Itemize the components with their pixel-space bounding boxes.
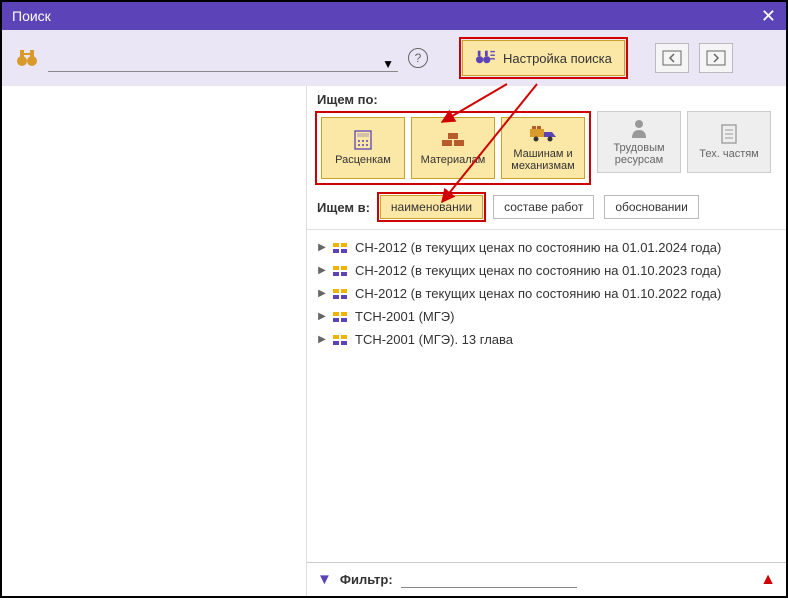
card-materials[interactable]: Материалам xyxy=(411,117,495,179)
help-icon[interactable]: ? xyxy=(408,48,428,68)
dropdown-caret-icon[interactable]: ▼ xyxy=(378,57,398,71)
search-input-wrap: ▼ xyxy=(48,44,398,72)
tree-item[interactable]: ▶ СН-2012 (в текущих ценах по состоянию … xyxy=(317,282,776,305)
panel-right-button[interactable] xyxy=(699,43,733,73)
filter-bar: ▼ Фильтр: ▲ xyxy=(307,562,786,596)
db-icon xyxy=(333,333,349,347)
search-input[interactable] xyxy=(48,55,378,71)
db-icon xyxy=(333,264,349,278)
chevron-right-icon[interactable]: ▶ xyxy=(317,265,327,276)
tree-label: ТСН-2001 (МГЭ). 13 глава xyxy=(355,332,513,347)
truck-icon xyxy=(529,124,557,144)
db-icon xyxy=(333,241,349,255)
card-label: Машинам и механизмам xyxy=(502,148,584,172)
document-icon xyxy=(715,124,743,144)
tree-label: СН-2012 (в текущих ценах по состоянию на… xyxy=(355,240,721,255)
card-labor[interactable]: Трудовым ресурсам xyxy=(597,111,681,173)
tree-label: СН-2012 (в текущих ценах по состоянию на… xyxy=(355,263,721,278)
chevron-right-icon[interactable]: ▶ xyxy=(317,288,327,299)
tree-item[interactable]: ▶ ТСН-2001 (МГЭ). 13 глава xyxy=(317,328,776,351)
binoculars-settings-icon xyxy=(475,48,495,69)
results-left-pane xyxy=(2,86,307,596)
warning-icon[interactable]: ▲ xyxy=(760,571,776,589)
chevron-right-icon[interactable]: ▶ xyxy=(317,242,327,253)
filter-input[interactable] xyxy=(401,572,577,588)
panel-left-button[interactable] xyxy=(655,43,689,73)
search-by-highlighted-group: Расценкам Материалам Машинам и механизма… xyxy=(315,111,591,185)
search-by-label: Ищем по: xyxy=(307,86,786,111)
search-bar: ▼ ? Настройка поиска xyxy=(2,30,786,86)
pill-justification[interactable]: обосновании xyxy=(604,195,698,219)
chevron-right-icon[interactable]: ▶ xyxy=(317,311,327,322)
card-label: Тех. частям xyxy=(699,148,759,160)
tree-item[interactable]: ▶ ТСН-2001 (МГЭ) xyxy=(317,305,776,328)
card-tech[interactable]: Тех. частям xyxy=(687,111,771,173)
search-in-label: Ищем в: xyxy=(317,200,370,215)
tree-label: ТСН-2001 (МГЭ) xyxy=(355,309,454,324)
card-rates[interactable]: Расценкам xyxy=(321,117,405,179)
card-label: Трудовым ресурсам xyxy=(598,142,680,166)
tree-item[interactable]: ▶ СН-2012 (в текущих ценах по состоянию … xyxy=(317,236,776,259)
filter-label: Фильтр: xyxy=(340,572,393,587)
close-icon[interactable]: ✕ xyxy=(761,7,776,25)
binoculars-icon xyxy=(16,48,38,68)
card-label: Материалам xyxy=(421,154,486,166)
card-label: Расценкам xyxy=(335,154,391,166)
person-icon xyxy=(625,118,653,138)
calculator-icon xyxy=(349,130,377,150)
filter-funnel-icon[interactable]: ▼ xyxy=(317,571,332,588)
settings-button-label: Настройка поиска xyxy=(503,51,612,66)
database-tree: ▶ СН-2012 (в текущих ценах по состоянию … xyxy=(307,230,786,596)
window-title: Поиск xyxy=(12,8,51,24)
tree-item[interactable]: ▶ СН-2012 (в текущих ценах по состоянию … xyxy=(317,259,776,282)
search-settings-button[interactable]: Настройка поиска xyxy=(462,40,625,76)
db-icon xyxy=(333,287,349,301)
settings-right-pane: Ищем по: Расценкам Материалам xyxy=(307,86,786,596)
chevron-right-icon[interactable]: ▶ xyxy=(317,334,327,345)
tree-label: СН-2012 (в текущих ценах по состоянию на… xyxy=(355,286,721,301)
pill-name[interactable]: наименовании xyxy=(380,195,483,219)
db-icon xyxy=(333,310,349,324)
card-machines[interactable]: Машинам и механизмам xyxy=(501,117,585,179)
bricks-icon xyxy=(439,130,467,150)
titlebar: Поиск ✕ xyxy=(2,2,786,30)
pill-work-content[interactable]: составе работ xyxy=(493,195,594,219)
